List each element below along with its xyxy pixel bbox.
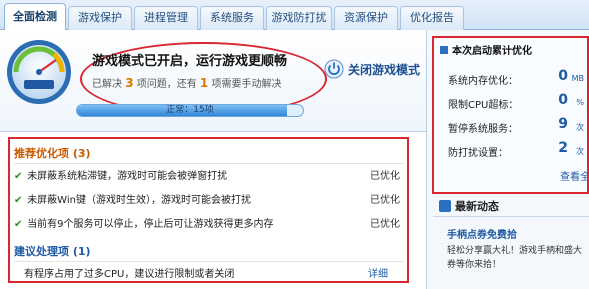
item-status: 已优化: [370, 195, 400, 206]
solved-count: 3: [125, 76, 134, 90]
tab-game-protection[interactable]: 游戏保护: [68, 6, 132, 30]
item-text: 未屏蔽Win键（游戏时生效），游戏时可能会被打扰: [27, 195, 251, 206]
tab-full-check[interactable]: 全面检测: [4, 3, 66, 31]
item-status: 已优化: [370, 171, 400, 182]
progress-text: 正常：15项: [166, 105, 214, 115]
divider: [14, 261, 404, 262]
stat-value: 9: [558, 116, 568, 132]
check-progress-bar: 正常：15项: [76, 104, 304, 117]
suggest-header: 建议处理项 (1): [14, 245, 91, 258]
tab-resource-protection[interactable]: 资源保护: [334, 6, 398, 30]
game-mode-panel: 游戏模式已开启，运行游戏更顺畅 已解决 3 项问题，还有 1 项需要手动解决 关…: [0, 30, 426, 132]
check-icon: ✔: [14, 171, 23, 182]
detail-link[interactable]: 详细: [368, 267, 388, 281]
tab-bar: 全面检测 游戏保护 进程管理 系统服务 游戏防打扰 资源保护 优化报告: [0, 0, 589, 31]
news-title-link[interactable]: 手柄点券免费拾: [447, 226, 517, 241]
stat-label: 系统内存优化：: [448, 76, 518, 87]
stat-value: 0: [558, 92, 568, 108]
stat-label: 暂停系统服务：: [448, 124, 518, 135]
stat-unit: 次: [576, 147, 584, 156]
news-header-label: 最新动态: [455, 200, 499, 213]
list-item: 有程序占用了过多CPU，建议进行限制或者关闭 详细: [24, 267, 404, 281]
list-item: ✔ 当前有9个服务可以停止，停止后可让游戏获得更多内存 已优化: [14, 217, 404, 233]
optimize-list-panel: 推荐优化项 (3) ✔ 未屏蔽系统粘滞键，游戏时可能会被弹窗打扰 已优化 ✔ 未…: [8, 137, 409, 283]
item-text: 有程序占用了过多CPU，建议进行限制或者关闭: [24, 269, 235, 280]
summary-mid: 项问题，还有: [136, 79, 197, 90]
stat-row: 防打扰设置： 2 次: [448, 140, 586, 159]
list-item: ✔ 未屏蔽系统粘滞键，游戏时可能会被弹窗打扰 已优化: [14, 169, 404, 185]
stat-label: 防打扰设置：: [448, 148, 508, 159]
list-item: ✔ 未屏蔽Win键（游戏时生效），游戏时可能会被打扰 已优化: [14, 193, 404, 209]
tab-process-management[interactable]: 进程管理: [134, 6, 198, 30]
game-mode-title: 游戏模式已开启，运行游戏更顺畅: [92, 54, 288, 69]
stat-value: 2: [558, 140, 568, 156]
item-text: 未屏蔽系统粘滞键，游戏时可能会被弹窗打扰: [27, 171, 228, 182]
speed-gauge-icon: [7, 40, 71, 104]
tab-anti-disturb[interactable]: 游戏防打扰: [266, 6, 332, 30]
stat-value: 0: [558, 68, 568, 84]
stats-title: 本次启动累计优化: [440, 42, 532, 57]
stats-square-icon: [440, 46, 448, 54]
check-icon: ✔: [14, 219, 23, 230]
item-text: 当前有9个服务可以停止，停止后可让游戏获得更多内存: [27, 219, 274, 230]
stat-row: 限制CPU超标： 0 %: [448, 92, 586, 111]
stat-row: 暂停系统服务： 9 次: [448, 116, 586, 135]
stats-title-label: 本次启动累计优化: [452, 46, 532, 57]
view-all-link[interactable]: 查看全: [560, 168, 587, 183]
game-mode-summary: 已解决 3 项问题，还有 1 项需要手动解决: [92, 75, 281, 90]
summary-prefix: 已解决: [92, 79, 122, 90]
divider: [433, 216, 589, 217]
check-icon: ✔: [14, 195, 23, 206]
news-body: 轻松分享赢大礼！游戏手柄和盛大券等你来拾！: [447, 246, 583, 270]
news-icon: [439, 200, 451, 212]
stat-row: 系统内存优化： 0 MB: [448, 68, 586, 87]
stat-unit: MB: [571, 74, 584, 83]
stat-unit: %: [576, 98, 584, 107]
power-icon: [324, 59, 344, 79]
close-game-mode-button[interactable]: 关闭游戏模式: [322, 54, 424, 84]
stat-label: 限制CPU超标：: [448, 100, 519, 111]
stat-unit: 次: [576, 123, 584, 132]
right-sidebar: 本次启动累计优化 系统内存优化： 0 MB 限制CPU超标： 0 % 暂停系统服…: [426, 30, 589, 289]
item-status: 已优化: [370, 219, 400, 230]
tab-optimize-report[interactable]: 优化报告: [400, 6, 464, 30]
summary-suffix: 项需要手动解决: [211, 79, 282, 90]
divider: [14, 163, 404, 164]
stats-panel: 本次启动累计优化 系统内存优化： 0 MB 限制CPU超标： 0 % 暂停系统服…: [432, 36, 589, 194]
recommended-header: 推荐优化项 (3): [14, 147, 91, 160]
tab-system-services[interactable]: 系统服务: [200, 6, 264, 30]
manual-count: 1: [199, 76, 209, 90]
close-game-mode-label: 关闭游戏模式: [348, 62, 421, 77]
news-header: 最新动态: [439, 198, 499, 214]
